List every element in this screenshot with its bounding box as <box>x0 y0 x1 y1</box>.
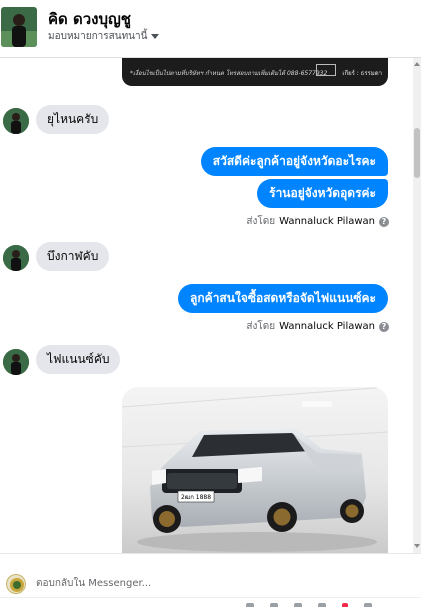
sent-by-prefix: ส่งโดย <box>246 216 276 227</box>
message-incoming[interactable]: บึงกาฬคับ <box>36 242 110 271</box>
scrollbar-thumb[interactable] <box>414 128 420 178</box>
more-icon[interactable] <box>364 603 372 607</box>
contact-avatar-small[interactable] <box>3 245 29 271</box>
reply-composer: ตอบกลับใน Messenger... <box>0 553 421 607</box>
pickup-truck-photo[interactable]: 2ฒก 1888 <box>122 387 388 553</box>
assign-conversation-dropdown[interactable]: มอบหมายการสนทนานี้ <box>48 29 160 44</box>
page-avatar <box>6 574 26 594</box>
message-outgoing[interactable]: ร้านอยู่จังหวัดอุดรค่ะ <box>257 179 388 208</box>
sent-by-prefix: ส่งโดย <box>246 321 276 332</box>
sent-by-label: ส่งโดย Wannaluck Pilawan ? <box>246 214 389 229</box>
banner-caption: *เงื่อนไขเป็นไปตามที่บริษัทฯ กำหนด โทรสอ… <box>130 70 328 77</box>
promo-image-banner[interactable]: *เงื่อนไขเป็นไปตามที่บริษัทฯ กำหนด โทรสอ… <box>122 58 388 86</box>
like-icon[interactable] <box>342 603 348 607</box>
license-plate: 2ฒก 1888 <box>181 494 211 501</box>
messenger-window: คิด ดวงบุญชู มอบหมายการสนทนานี้ *เงื่อนไ… <box>0 0 421 607</box>
chevron-down-icon <box>151 34 160 39</box>
reply-input-placeholder[interactable]: ตอบกลับใน Messenger... <box>36 576 151 591</box>
contact-name[interactable]: คิด ดวงบุญชู <box>48 7 131 31</box>
banner-logo-box <box>316 64 336 76</box>
banner-brand: เกียร์ : ธรรมดา <box>342 70 382 77</box>
sent-by-label: ส่งโดย Wannaluck Pilawan ? <box>246 319 389 334</box>
scroll-up-arrow-icon[interactable] <box>414 62 420 66</box>
contact-avatar[interactable] <box>1 7 37 47</box>
message-thread[interactable]: *เงื่อนไขเป็นไปตามที่บริษัทฯ กำหนด โทรสอ… <box>0 58 413 553</box>
help-icon[interactable]: ? <box>379 216 389 227</box>
assign-label: มอบหมายการสนทนานี้ <box>48 31 148 42</box>
attachment-icon[interactable] <box>270 603 278 607</box>
help-icon[interactable]: ? <box>379 321 389 332</box>
conversation-header: คิด ดวงบุญชู มอบหมายการสนทนานี้ <box>0 0 421 58</box>
contact-avatar-small[interactable] <box>3 349 29 375</box>
message-outgoing[interactable]: สวัสดีค่ะลูกค้าอยู่จังหวัดอะไรคะ <box>200 147 388 176</box>
message-incoming[interactable]: ยุไหนครับ <box>36 105 110 134</box>
sender-name: Wannaluck Pilawan <box>279 321 375 332</box>
scroll-down-arrow-icon[interactable] <box>414 544 420 548</box>
contact-avatar-small[interactable] <box>3 108 29 134</box>
message-outgoing[interactable]: ลูกค้าสนใจซื้อสดหรือจัดไฟแนนซ์คะ <box>178 284 388 313</box>
composer-toolbar <box>246 603 372 607</box>
emoji-icon[interactable] <box>246 603 254 607</box>
gif-icon[interactable] <box>318 603 326 607</box>
image-icon[interactable] <box>294 603 302 607</box>
sender-name: Wannaluck Pilawan <box>279 216 375 227</box>
message-incoming[interactable]: ไฟแนนซ์คับ <box>36 345 121 374</box>
